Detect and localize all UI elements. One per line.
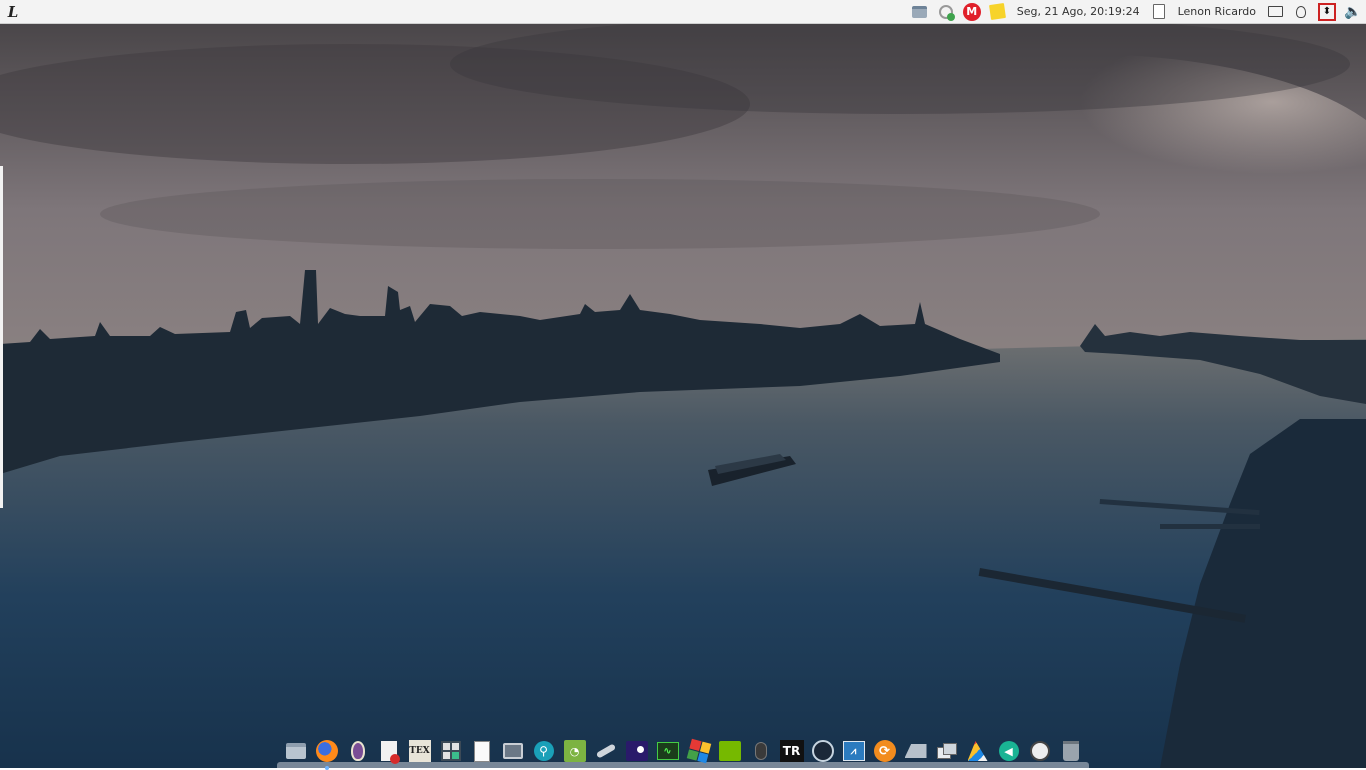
network-icon[interactable] [937, 3, 955, 21]
firefox-icon[interactable] [314, 738, 340, 770]
tex-icon[interactable]: TEX [407, 738, 433, 764]
clock-icon[interactable] [1027, 738, 1053, 764]
sticky-note-icon[interactable] [989, 3, 1007, 21]
telescope-icon[interactable] [593, 738, 619, 764]
pdf-icon[interactable] [376, 738, 402, 764]
system-tray: M Seg, 21 Ago, 20:19:24 Lenon Ricardo ⬍ … [907, 0, 1366, 24]
stellarium-icon[interactable] [624, 738, 650, 764]
drive-icon[interactable] [903, 738, 929, 764]
user-menu[interactable]: Lenon Ricardo [1178, 5, 1256, 18]
volume-icon[interactable]: 🔈 [1344, 3, 1362, 21]
games-icon[interactable] [686, 738, 712, 764]
analyzer-icon[interactable]: ⩘ [841, 738, 867, 764]
side-panel-handle[interactable] [0, 166, 3, 508]
clipboard-icon[interactable] [1150, 3, 1168, 21]
files-icon[interactable] [283, 738, 309, 764]
bulb-icon[interactable] [1292, 3, 1310, 21]
rss-icon[interactable]: ◔ [562, 738, 588, 764]
system-monitor-icon[interactable]: ∿ [655, 738, 681, 764]
search-icon[interactable]: ⚲ [531, 738, 557, 764]
windows-icon[interactable] [934, 738, 960, 764]
calculator-icon[interactable] [438, 738, 464, 764]
tor-icon[interactable] [345, 738, 371, 764]
document-icon[interactable] [469, 738, 495, 764]
update-icon[interactable]: ⟳ [872, 738, 898, 764]
updown-icon[interactable]: ⬍ [1318, 2, 1336, 21]
datetime-clock[interactable]: Seg, 21 Ago, 20:19:24 [1017, 5, 1140, 18]
pencils-icon[interactable] [965, 738, 991, 764]
dock: TEX ⚲ ◔ ∿ TR ⩘ ⟳ ◀ [277, 734, 1089, 770]
folder-icon[interactable] [911, 3, 929, 21]
steam-icon[interactable] [810, 738, 836, 764]
nvidia-icon[interactable] [717, 738, 743, 764]
desktop-wallpaper [0, 24, 1366, 768]
top-panel: L M Seg, 21 Ago, 20:19:24 Lenon Ricardo … [0, 0, 1366, 24]
trash-icon[interactable] [1058, 738, 1084, 764]
mega-icon[interactable]: M [962, 2, 981, 21]
app-launcher-button[interactable]: L [0, 0, 26, 24]
screenshot-icon[interactable] [500, 738, 526, 764]
mouse-icon[interactable] [748, 738, 774, 764]
torrent-icon[interactable]: TR [779, 738, 805, 764]
screen-icon[interactable] [1266, 3, 1284, 21]
audio-icon[interactable]: ◀ [996, 738, 1022, 764]
